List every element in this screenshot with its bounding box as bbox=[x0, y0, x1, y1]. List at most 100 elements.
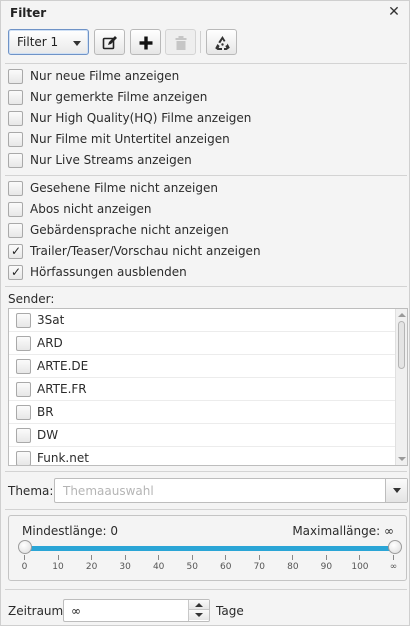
list-item[interactable]: ✓ BR bbox=[9, 401, 395, 424]
checkbox[interactable]: ✓ bbox=[16, 313, 31, 328]
checkbox[interactable]: ✓ bbox=[16, 382, 31, 397]
slider-tick bbox=[24, 555, 25, 560]
divider bbox=[5, 63, 407, 64]
toolbar-divider bbox=[200, 31, 201, 53]
check-hide-audiodescription[interactable]: ✓ Hörfassungen ausblenden bbox=[8, 264, 388, 284]
list-item[interactable]: ✓ ARTE.DE bbox=[9, 355, 395, 378]
checkbox[interactable]: ✓ bbox=[8, 223, 23, 238]
slider-tick bbox=[91, 555, 93, 560]
check-only-subtitles[interactable]: ✓ Nur Filme mit Untertitel anzeigen bbox=[8, 131, 388, 151]
checkbox[interactable]: ✓ bbox=[16, 359, 31, 374]
slider-tick bbox=[57, 555, 59, 560]
thema-label: Thema: bbox=[8, 484, 54, 498]
slider-tick bbox=[225, 555, 227, 560]
zeitraum-value: ∞ bbox=[71, 604, 81, 618]
checkbox[interactable]: ✓ bbox=[16, 451, 31, 465]
decrement-button[interactable] bbox=[189, 610, 209, 620]
checkbox-label: Nur neue Filme anzeigen bbox=[30, 69, 180, 83]
scrollbar-thumb[interactable] bbox=[398, 321, 405, 369]
checkbox-label: Gebärdensprache nicht anzeigen bbox=[30, 223, 229, 237]
checkbox[interactable]: ✓ bbox=[8, 153, 23, 168]
thema-select[interactable]: Themaauswahl bbox=[54, 478, 408, 503]
check-only-new[interactable]: ✓ Nur neue Filme anzeigen bbox=[8, 68, 388, 88]
increment-button[interactable] bbox=[189, 600, 209, 610]
checkbox-label: Nur Filme mit Untertitel anzeigen bbox=[30, 132, 230, 146]
list-item-label: BR bbox=[37, 405, 54, 419]
check-only-bookmarked[interactable]: ✓ Nur gemerkte Filme anzeigen bbox=[8, 89, 388, 109]
slider-tick-label: 0 bbox=[21, 562, 28, 572]
check-hide-trailer[interactable]: ✓ Trailer/Teaser/Vorschau nicht anzeigen bbox=[8, 243, 388, 263]
scroll-down-icon[interactable] bbox=[398, 457, 406, 461]
slider-tick-label: 70 bbox=[253, 562, 266, 572]
checkbox[interactable]: ✓ bbox=[8, 202, 23, 217]
edit-filter-button[interactable] bbox=[94, 29, 125, 55]
checkbox[interactable]: ✓ bbox=[16, 336, 31, 351]
check-hide-abos[interactable]: ✓ Abos nicht anzeigen bbox=[8, 201, 388, 221]
slider-tick bbox=[325, 555, 327, 560]
checkbox[interactable]: ✓ bbox=[8, 244, 23, 259]
check-only-livestreams[interactable]: ✓ Nur Live Streams anzeigen bbox=[8, 152, 388, 172]
list-item-label: DW bbox=[37, 428, 59, 442]
sender-list-scrollbar[interactable] bbox=[395, 309, 407, 465]
reset-filter-button[interactable] bbox=[206, 29, 237, 55]
checkbox[interactable]: ✓ bbox=[8, 265, 23, 280]
scroll-up-icon[interactable] bbox=[398, 313, 406, 317]
checkbox-label: Nur Live Streams anzeigen bbox=[30, 153, 192, 167]
list-item[interactable]: ✓ 3Sat bbox=[9, 309, 395, 332]
divider bbox=[5, 589, 407, 590]
recycle-icon bbox=[215, 36, 230, 50]
slider-tick bbox=[258, 555, 260, 560]
slider-tick bbox=[158, 555, 160, 560]
delete-filter-button[interactable] bbox=[165, 29, 196, 55]
check-only-hq[interactable]: ✓ Nur High Quality(HQ) Filme anzeigen bbox=[8, 110, 388, 130]
length-slider-track[interactable] bbox=[24, 546, 395, 551]
slider-tick-label: 100 bbox=[351, 562, 369, 572]
filter-select-value: Filter 1 bbox=[17, 35, 59, 49]
checkbox[interactable]: ✓ bbox=[8, 111, 23, 126]
slider-tick bbox=[292, 555, 294, 560]
check-hide-signlanguage[interactable]: ✓ Gebärdensprache nicht anzeigen bbox=[8, 222, 388, 242]
thema-dropdown-button[interactable] bbox=[385, 479, 407, 502]
checkbox-label: Gesehene Filme nicht anzeigen bbox=[30, 181, 218, 195]
list-item[interactable]: ✓ ARTE.FR bbox=[9, 378, 395, 401]
divider bbox=[5, 175, 407, 176]
checkbox-label: Nur High Quality(HQ) Filme anzeigen bbox=[30, 111, 252, 125]
checkbox[interactable]: ✓ bbox=[8, 90, 23, 105]
plus-icon bbox=[139, 36, 153, 50]
slider-tick-label: ∞ bbox=[389, 562, 398, 572]
divider bbox=[5, 286, 407, 287]
checkbox-label: Nur gemerkte Filme anzeigen bbox=[30, 90, 208, 104]
checkbox[interactable]: ✓ bbox=[16, 405, 31, 420]
filter-panel: Filter ✕ Filter 1 Nur neue Filme anzeige… bbox=[0, 0, 410, 626]
slider-tick bbox=[393, 555, 394, 560]
list-item-label: ARD bbox=[37, 336, 63, 350]
check-hide-seen[interactable]: ✓ Gesehene Filme nicht anzeigen bbox=[8, 180, 388, 200]
checkbox-label: Trailer/Teaser/Vorschau nicht anzeigen bbox=[30, 244, 261, 258]
sender-list[interactable]: ✓ 3Sat ✓ ARD ✓ ARTE.DE ✓ ARTE.FR ✓ BR ✓ … bbox=[8, 308, 408, 466]
list-item[interactable]: ✓ ARD bbox=[9, 332, 395, 355]
slider-tick bbox=[359, 555, 361, 560]
filter-select[interactable]: Filter 1 bbox=[8, 29, 89, 55]
close-icon[interactable]: ✕ bbox=[386, 3, 402, 21]
checkbox-label: Abos nicht anzeigen bbox=[30, 202, 152, 216]
checkbox[interactable]: ✓ bbox=[8, 69, 23, 84]
slider-tick-label: 30 bbox=[119, 562, 131, 572]
check-icon: ✓ bbox=[11, 265, 22, 279]
checkbox[interactable]: ✓ bbox=[8, 132, 23, 147]
min-length-label: Mindestlänge: 0 bbox=[22, 524, 119, 538]
zeitraum-spin-buttons[interactable] bbox=[188, 600, 209, 621]
checkbox[interactable]: ✓ bbox=[16, 428, 31, 443]
add-filter-button[interactable] bbox=[130, 29, 161, 55]
max-length-handle[interactable] bbox=[388, 540, 402, 554]
zeitraum-label: Zeitraum: bbox=[8, 604, 68, 618]
chevron-down-icon bbox=[195, 613, 203, 617]
min-length-handle[interactable] bbox=[18, 540, 32, 554]
zeitraum-spinner[interactable]: ∞ bbox=[63, 599, 210, 622]
list-item[interactable]: ✓ Funk.net bbox=[9, 447, 395, 465]
chevron-down-icon bbox=[393, 488, 401, 493]
list-item-label: Funk.net bbox=[37, 451, 89, 465]
checkbox[interactable]: ✓ bbox=[8, 181, 23, 196]
length-slider-box: Mindestlänge: 0 Maximallänge: ∞ 0 10 20 30 4… bbox=[8, 515, 407, 581]
list-item[interactable]: ✓ DW bbox=[9, 424, 395, 447]
divider bbox=[5, 509, 407, 510]
